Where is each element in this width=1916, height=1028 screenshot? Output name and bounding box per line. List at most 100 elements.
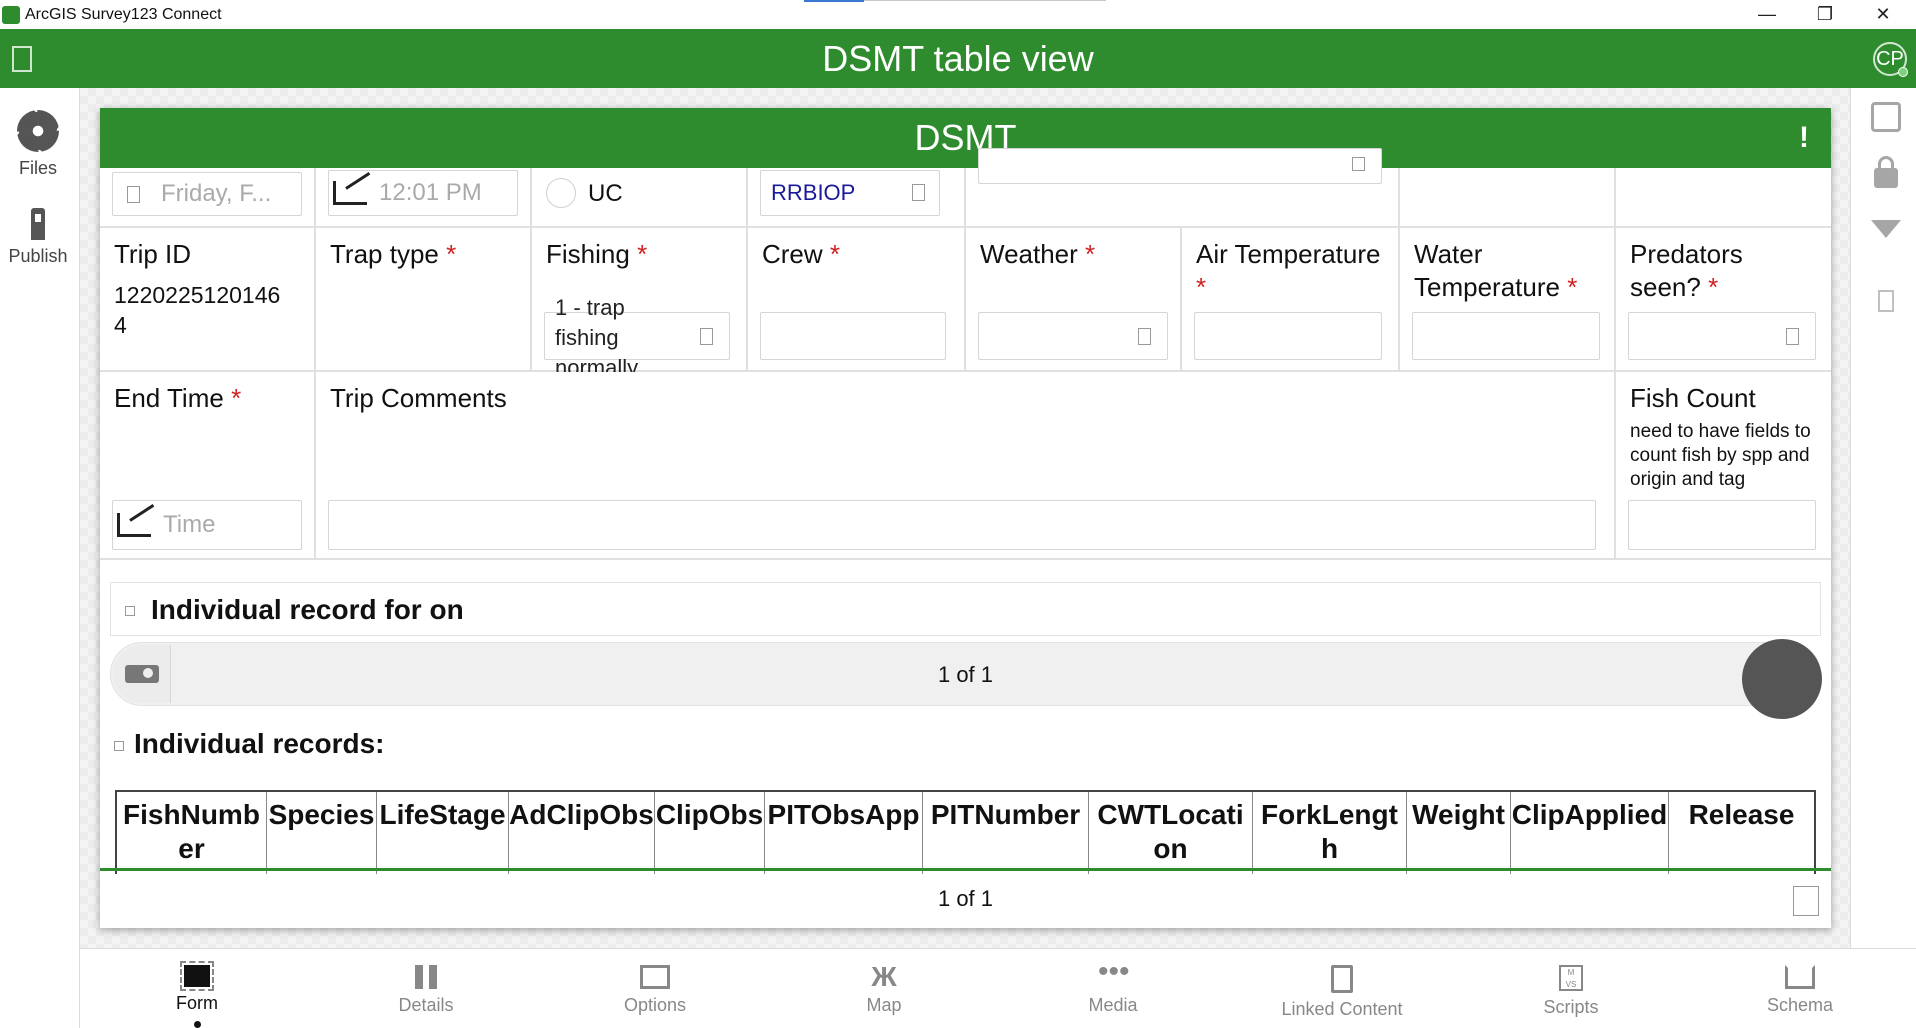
camera-icon <box>124 665 159 683</box>
air-temp-field[interactable] <box>1194 312 1382 360</box>
date-field[interactable]: Friday, F... <box>112 172 302 216</box>
date-cell: Friday, F... <box>100 168 316 228</box>
tab-schema[interactable]: Schema <box>1725 949 1875 1028</box>
time-value: 12:01 PM <box>379 179 482 206</box>
end-time-field[interactable]: Time <box>112 500 302 550</box>
tab-details[interactable]: Details <box>351 949 501 1028</box>
scripts-icon: M VS <box>1559 965 1583 991</box>
trip-comments-field[interactable] <box>328 500 1596 550</box>
calendar-icon <box>127 186 140 203</box>
records-pager: 1 of 1 <box>100 872 1831 926</box>
minimize-button[interactable]: — <box>1738 0 1796 29</box>
column-header[interactable]: Species <box>267 792 377 874</box>
page-icon[interactable] <box>1878 290 1894 312</box>
tab-scripts[interactable]: M VS Scripts <box>1496 949 1646 1028</box>
schema-icon <box>1785 965 1815 989</box>
empty-cell <box>1616 168 1831 228</box>
add-record-button[interactable] <box>1742 639 1822 719</box>
expand-icon[interactable] <box>1793 886 1819 916</box>
column-header[interactable]: CWTLocation <box>1089 792 1253 874</box>
column-header[interactable]: LifeStage <box>377 792 509 874</box>
tab-form[interactable]: Form <box>122 949 272 1028</box>
weather-cell: Weather * <box>966 228 1182 372</box>
publish-label: Publish <box>8 246 68 266</box>
records-count: 1 of 1 <box>937 886 994 911</box>
window-tab-indicator <box>804 0 864 2</box>
publish-button[interactable]: Publish <box>0 208 76 267</box>
end-time-label: End Time * <box>114 383 242 413</box>
edit-icon <box>333 181 367 205</box>
phone-preview-icon[interactable] <box>1871 102 1901 132</box>
edit-icon <box>117 513 151 537</box>
dropdown-icon <box>912 184 925 201</box>
filter-icon[interactable] <box>1871 220 1901 238</box>
column-header[interactable]: PITObsApp <box>765 792 923 874</box>
right-rail <box>1850 88 1916 948</box>
dropdown-icon <box>1138 328 1151 345</box>
dropdown-icon <box>1786 328 1799 345</box>
tab-media[interactable]: ••• Media <box>1038 949 1188 1028</box>
trip-id-cell: Trip ID 1220225120146 4 <box>100 228 316 372</box>
tab-map[interactable]: Ж Map <box>809 949 959 1028</box>
record-count: 1 of 1 <box>937 662 994 687</box>
tab-linked-content[interactable]: Linked Content <box>1267 949 1417 1028</box>
active-indicator <box>194 1021 201 1028</box>
online-status-icon <box>1898 67 1908 77</box>
options-icon <box>640 965 670 989</box>
records-table-header: FishNumber Species LifeStage AdClipObs C… <box>115 790 1816 874</box>
column-header[interactable]: FishNumber <box>117 792 267 874</box>
air-temp-cell: Air Temperature * <box>1182 228 1400 372</box>
predators-select[interactable] <box>1628 312 1816 360</box>
radio-button[interactable] <box>546 178 576 208</box>
individual-records-title: Individual records: <box>114 724 385 764</box>
page-title: DSMT table view <box>822 38 1094 79</box>
os-titlebar: ArcGIS Survey123 Connect — ❐ ✕ <box>0 0 1916 29</box>
time-field[interactable]: 12:01 PM <box>328 170 518 216</box>
water-temp-field[interactable] <box>1412 312 1600 360</box>
radio-cell: UC <box>532 168 748 228</box>
form-header: DSMT ! <box>100 108 1831 168</box>
details-icon <box>415 965 437 989</box>
end-time-cell: End Time * Time <box>100 372 316 560</box>
crew-select[interactable]: RRBIOP <box>760 170 940 216</box>
partial-select[interactable] <box>978 148 1382 184</box>
fishing-cell: Fishing * 1 - trap fishing normally <box>532 228 748 380</box>
usb-icon <box>31 208 45 240</box>
column-header[interactable]: ClipObs <box>655 792 765 874</box>
tab-options[interactable]: Options <box>580 949 730 1028</box>
trip-id-value: 1220225120146 4 <box>114 282 281 338</box>
partial-field-cell <box>966 148 1400 228</box>
restore-button[interactable]: ❐ <box>1796 0 1854 29</box>
column-header[interactable]: ClipApplied <box>1511 792 1669 874</box>
column-header[interactable]: AdClipObs <box>509 792 655 874</box>
column-header[interactable]: ForkLength <box>1253 792 1407 874</box>
column-header[interactable]: Weight <box>1407 792 1511 874</box>
fish-count-cell: Fish Count need to have fields to count … <box>1616 372 1831 560</box>
tab-label: Linked Content <box>1281 999 1403 1019</box>
column-header[interactable]: PITNumber <box>923 792 1089 874</box>
radio-label: UC <box>588 180 623 207</box>
fish-count-field[interactable] <box>1628 500 1816 550</box>
tab-label: Form <box>176 993 218 1013</box>
lock-icon[interactable] <box>1874 156 1898 188</box>
empty-cell <box>1400 168 1616 228</box>
os-window-title: ArcGIS Survey123 Connect <box>25 5 222 23</box>
camera-button[interactable] <box>113 645 171 703</box>
weather-select[interactable] <box>978 312 1168 360</box>
close-button[interactable]: ✕ <box>1854 0 1912 29</box>
column-header[interactable]: Release <box>1669 792 1814 874</box>
collapse-icon[interactable] <box>114 740 124 751</box>
trap-type-label: Trap type * <box>330 239 457 269</box>
air-temp-label: Air Temperature * <box>1196 239 1381 302</box>
individual-record-header[interactable]: Individual record for on <box>110 582 1821 636</box>
fishing-select[interactable]: 1 - trap fishing normally <box>544 295 730 380</box>
crew-field[interactable] <box>760 312 946 360</box>
fish-count-label: Fish Count <box>1630 383 1756 413</box>
warning-icon[interactable]: ! <box>1799 108 1809 168</box>
fish-count-hint: need to have fields to count fish by spp… <box>1630 421 1811 490</box>
water-temp-cell: Water Temperature * <box>1400 228 1616 372</box>
predators-cell: Predators seen? * <box>1616 228 1831 372</box>
files-button[interactable]: Files <box>0 110 76 179</box>
window-tab-divider <box>864 0 1106 1</box>
files-label: Files <box>18 158 57 178</box>
